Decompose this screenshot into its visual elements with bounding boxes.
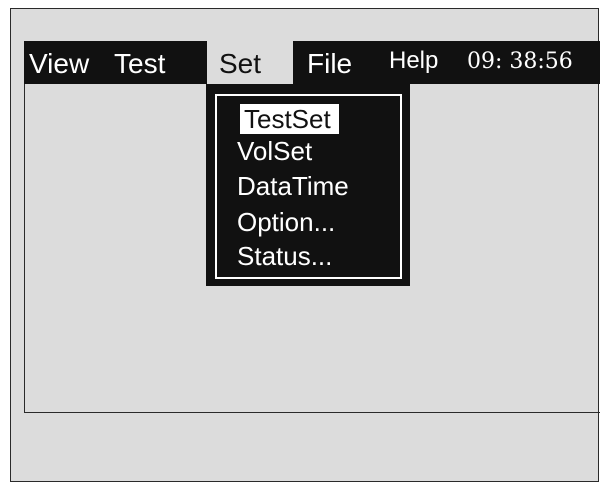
menu-help[interactable]: Help <box>389 41 438 84</box>
menu-file[interactable]: File <box>307 41 352 84</box>
dropdown-item-status[interactable]: Status... <box>237 241 332 271</box>
dropdown-item-testset[interactable]: TestSet <box>240 104 339 134</box>
menu-test[interactable]: Test <box>114 41 165 84</box>
dropdown-item-volset[interactable]: VolSet <box>237 136 312 166</box>
dropdown-item-option[interactable]: Option... <box>237 207 335 237</box>
menu-bar: View Test Set File Help 09: 38:56 <box>24 41 600 84</box>
menu-view[interactable]: View <box>29 41 89 84</box>
set-dropdown-menu: TestSet VolSet DataTime Option... Status… <box>206 84 410 286</box>
menu-set[interactable]: Set <box>207 41 293 84</box>
clock-display: 09: 38:56 <box>467 49 573 74</box>
dropdown-item-datatime[interactable]: DataTime <box>237 171 349 201</box>
